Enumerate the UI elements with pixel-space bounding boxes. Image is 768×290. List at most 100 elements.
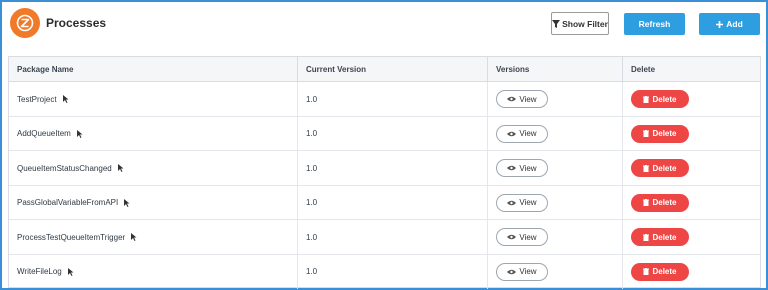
delete-button[interactable]: Delete [631, 90, 689, 108]
pointer-cursor-icon [131, 233, 137, 241]
delete-label: Delete [652, 163, 677, 173]
column-header-versions: Versions [488, 57, 623, 82]
delete-cell: Delete [623, 82, 760, 116]
versions-cell: View [488, 185, 623, 220]
page-title: Processes [46, 16, 107, 30]
trash-icon [643, 95, 650, 103]
processes-table: Package Name Current Version Versions De… [8, 56, 761, 290]
refresh-button[interactable]: Refresh [624, 13, 685, 35]
package-name-cell: PassGlobalVariableFromAPI [9, 185, 298, 220]
view-button[interactable]: View [496, 262, 548, 281]
add-label: Add [726, 19, 743, 29]
package-name-cell: AddQueueItem [9, 116, 298, 151]
pointer-cursor-icon [62, 95, 69, 103]
delete-cell: Delete [623, 117, 760, 151]
current-version-cell: 1.0 [298, 185, 488, 220]
eye-icon [507, 269, 517, 274]
pointer-cursor-icon [117, 164, 124, 172]
trash-icon [643, 199, 650, 206]
versions-cell: View [488, 220, 623, 254]
view-label: View [519, 267, 537, 276]
pointer-cursor-icon [124, 198, 130, 207]
filter-icon [552, 19, 561, 28]
eye-icon [507, 200, 517, 205]
package-name[interactable]: PassGlobalVariableFromAPI [17, 198, 118, 207]
page-header: Processes Show Filter Refresh Add [2, 2, 766, 52]
delete-cell: Delete [623, 186, 760, 220]
view-label: View [519, 129, 537, 138]
trash-icon [643, 233, 650, 241]
eye-icon [507, 234, 517, 240]
current-version: 1.0 [306, 94, 318, 104]
delete-label: Delete [652, 129, 677, 138]
delete-label: Delete [652, 267, 677, 276]
column-header-package-name: Package Name [9, 57, 298, 82]
package-name[interactable]: ProcessTestQueueItemTrigger [17, 233, 125, 242]
delete-label: Delete [652, 232, 677, 242]
versions-cell: View [488, 151, 623, 185]
current-version: 1.0 [306, 198, 318, 207]
table-row: TestProject 1.0 View Delete [9, 82, 760, 117]
delete-cell: Delete [623, 220, 760, 254]
package-name-cell: TestProject [9, 82, 298, 116]
current-version-cell: 1.0 [298, 254, 488, 289]
view-button[interactable]: View [496, 228, 548, 246]
pointer-cursor-icon [67, 267, 74, 276]
delete-label: Delete [652, 198, 677, 207]
delete-button[interactable]: Delete [631, 228, 689, 246]
delete-cell: Delete [623, 255, 760, 289]
package-name[interactable]: TestProject [17, 95, 57, 104]
eye-icon [507, 96, 517, 102]
current-version-cell: 1.0 [298, 220, 488, 254]
app-window: Processes Show Filter Refresh Add Packag… [0, 0, 768, 290]
table-row: WriteFileLog 1.0 View Delete [9, 254, 760, 290]
current-version-cell: 1.0 [298, 82, 488, 116]
package-name[interactable]: QueueItemStatusChanged [17, 164, 112, 173]
view-label: View [519, 232, 537, 242]
column-header-delete: Delete [631, 65, 656, 74]
view-button[interactable]: View [496, 159, 548, 177]
view-button[interactable]: View [496, 90, 548, 108]
current-version-cell: 1.0 [298, 151, 488, 185]
show-filter-button[interactable]: Show Filter [551, 12, 609, 35]
package-name-cell: ProcessTestQueueItemTrigger [9, 220, 298, 254]
versions-cell: View [488, 82, 623, 116]
refresh-label: Refresh [638, 19, 671, 29]
view-button[interactable]: View [496, 193, 548, 212]
delete-button[interactable]: Delete [631, 193, 689, 212]
delete-cell: Delete [623, 151, 760, 185]
current-version: 1.0 [306, 267, 318, 276]
show-filter-label: Show Filter [562, 18, 608, 29]
versions-cell: View [488, 116, 623, 151]
package-name[interactable]: AddQueueItem [17, 129, 71, 138]
trash-icon [643, 130, 650, 137]
plus-icon [716, 20, 724, 28]
add-button[interactable]: Add [699, 13, 760, 35]
view-label: View [519, 198, 537, 207]
table-row: PassGlobalVariableFromAPI 1.0 View Delet… [9, 185, 760, 220]
view-label: View [519, 94, 537, 104]
logo-icon [10, 8, 40, 38]
table-row: ProcessTestQueueItemTrigger 1.0 View Del… [9, 220, 760, 255]
versions-cell: View [488, 254, 623, 289]
eye-icon [507, 165, 517, 171]
eye-icon [507, 131, 517, 136]
table-row: AddQueueItem 1.0 View Delete [9, 116, 760, 151]
column-header-current-version: Current Version [298, 57, 488, 82]
table-row: QueueItemStatusChanged 1.0 View Delete [9, 151, 760, 186]
delete-button[interactable]: Delete [631, 124, 689, 143]
pointer-cursor-icon [76, 129, 83, 138]
delete-button[interactable]: Delete [631, 159, 689, 177]
current-version: 1.0 [306, 163, 318, 173]
view-label: View [519, 163, 537, 173]
delete-label: Delete [652, 94, 677, 104]
current-version: 1.0 [306, 232, 318, 242]
delete-button[interactable]: Delete [631, 262, 689, 281]
trash-icon [643, 268, 650, 275]
view-button[interactable]: View [496, 124, 548, 143]
current-version: 1.0 [306, 129, 318, 138]
package-name[interactable]: WriteFileLog [17, 267, 62, 276]
current-version-cell: 1.0 [298, 116, 488, 151]
trash-icon [643, 164, 650, 172]
package-name-cell: QueueItemStatusChanged [9, 151, 298, 185]
